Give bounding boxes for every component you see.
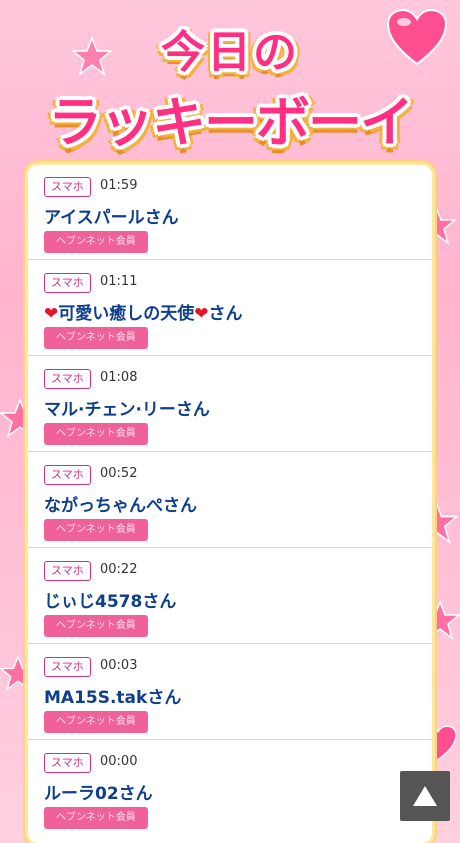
visitor-name[interactable]: ❤可愛い癒しの天使❤さん [44,299,243,324]
list-item: スマホ 01:59 アイスパールさん ヘブンネット会員 [28,165,432,260]
visitor-name[interactable]: じぃじ4578さん [44,587,176,612]
list-item: スマホ 00:52 ながっちゃんぺさん ヘブンネット会員 [28,453,432,548]
visit-time: 00:00 [100,754,138,769]
list-item: スマホ 00:00 ルーラ02さん ヘブンネット会員 [28,741,432,836]
device-badge: スマホ [44,465,91,485]
device-badge: スマホ [44,177,91,197]
triangle-up-icon [413,786,437,806]
visitor-name[interactable]: ながっちゃんぺさん [44,491,197,516]
visitor-name[interactable]: マル·チェン·リーさん [44,395,210,420]
page-title-line2: ラッキーボーイ [48,91,414,154]
visitor-name[interactable]: アイスパールさん [44,203,179,228]
member-badge: ヘブンネット会員 [44,423,148,445]
member-badge: ヘブンネット会員 [44,519,148,541]
list-item: スマホ 01:08 マル·チェン·リーさん ヘブンネット会員 [28,357,432,452]
heart-icon: ❤ [44,304,59,324]
device-badge: スマホ [44,369,91,389]
device-badge: スマホ [44,561,91,581]
visit-time: 00:22 [100,562,138,577]
visit-time: 01:11 [100,274,138,289]
visit-time: 00:52 [100,466,138,481]
page-header: 今日の ラッキーボーイ [0,0,460,165]
lucky-boy-list: スマホ 01:59 アイスパールさん ヘブンネット会員 スマホ 01:11 ❤可… [28,165,432,843]
visitor-name[interactable]: MA15S.takさん [44,683,181,708]
visitor-name-text: 可愛い癒しの天使 [58,304,195,324]
heart-icon: ❤ [194,304,209,324]
device-badge: スマホ [44,753,91,773]
member-badge: ヘブンネット会員 [44,231,148,253]
list-item: スマホ 00:22 じぃじ4578さん ヘブンネット会員 [28,549,432,644]
device-badge: スマホ [44,657,91,677]
device-badge: スマホ [44,273,91,293]
list-item: スマホ 00:03 MA15S.takさん ヘブンネット会員 [28,645,432,740]
visit-time: 00:03 [100,658,138,673]
page-title-line1: 今日の [161,27,299,78]
member-badge: ヘブンネット会員 [44,807,148,829]
member-badge: ヘブンネット会員 [44,327,148,349]
visit-time: 01:59 [100,178,138,193]
visit-time: 01:08 [100,370,138,385]
visitor-name-suffix: さん [208,304,243,324]
member-badge: ヘブンネット会員 [44,615,148,637]
visitor-name[interactable]: ルーラ02さん [44,779,153,804]
list-item: スマホ 01:11 ❤可愛い癒しの天使❤さん ヘブンネット会員 [28,261,432,356]
scroll-to-top-button[interactable] [400,771,450,821]
member-badge: ヘブンネット会員 [44,711,148,733]
